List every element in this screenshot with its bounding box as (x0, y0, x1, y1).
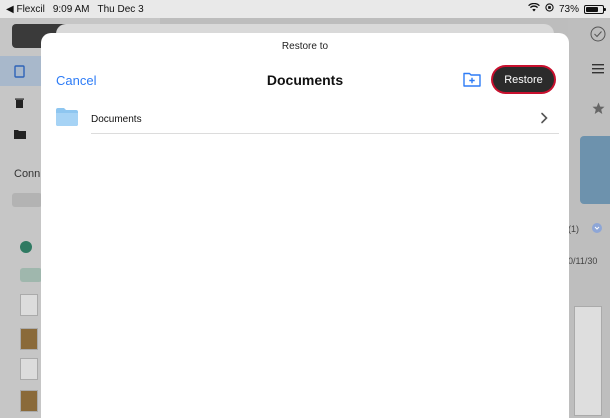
battery-percent: 73% (558, 3, 579, 15)
sheet-title: Restore to (281, 41, 329, 52)
background-badge: (1) (568, 224, 579, 234)
folder-plus-icon (463, 72, 481, 87)
status-date: Thu Dec 3 (97, 3, 144, 15)
background-thumbnail (20, 294, 38, 316)
document-icon (14, 64, 25, 78)
background-thumbnail (20, 358, 38, 380)
background-section-label: Conn (14, 168, 41, 180)
background-thumbnail (20, 328, 38, 350)
battery-icon (584, 4, 606, 14)
trash-icon (15, 98, 24, 108)
star-icon (592, 102, 605, 114)
checkmark-circle-icon (590, 26, 606, 42)
chevron-down-icon (592, 223, 602, 233)
restore-to-sheet: Restore to Cancel Documents Restore Docu… (41, 33, 569, 418)
chevron-right-icon (541, 112, 548, 124)
background-date: 0/11/30 (568, 256, 598, 266)
background-sidebar-item (0, 119, 42, 149)
folder-icon (14, 130, 26, 139)
folder-icon (56, 108, 78, 126)
avatar (20, 241, 32, 253)
cancel-button[interactable]: Cancel (56, 73, 96, 88)
list-icon (592, 64, 604, 74)
status-bar: ◀ Flexcil 9:09 AM Thu Dec 3 73% (0, 0, 610, 18)
battery-fill (586, 6, 598, 12)
back-app-label: Flexcil (16, 3, 45, 15)
orientation-lock-icon (545, 3, 554, 15)
new-folder-button[interactable] (461, 69, 483, 91)
background-sidebar-item (0, 88, 42, 118)
background-folder-preview (580, 136, 610, 204)
navigation-bar: Cancel Documents Restore (41, 65, 569, 95)
list-item[interactable]: Documents (41, 103, 569, 135)
background-page-thumbnail (574, 306, 602, 416)
folder-label: Documents (91, 113, 142, 125)
wifi-icon (528, 2, 540, 15)
background-pill (12, 193, 42, 207)
restore-button[interactable]: Restore (493, 67, 554, 92)
back-to-app-link[interactable]: ◀ Flexcil (6, 4, 45, 15)
row-divider (91, 133, 559, 134)
background-content-edge: (1) 0/11/30 (568, 18, 610, 418)
background-sidebar-item (0, 56, 42, 86)
status-time: 9:09 AM (52, 3, 90, 15)
page-title: Documents (266, 72, 344, 88)
background-pill (20, 268, 42, 282)
background-thumbnail (20, 390, 38, 412)
